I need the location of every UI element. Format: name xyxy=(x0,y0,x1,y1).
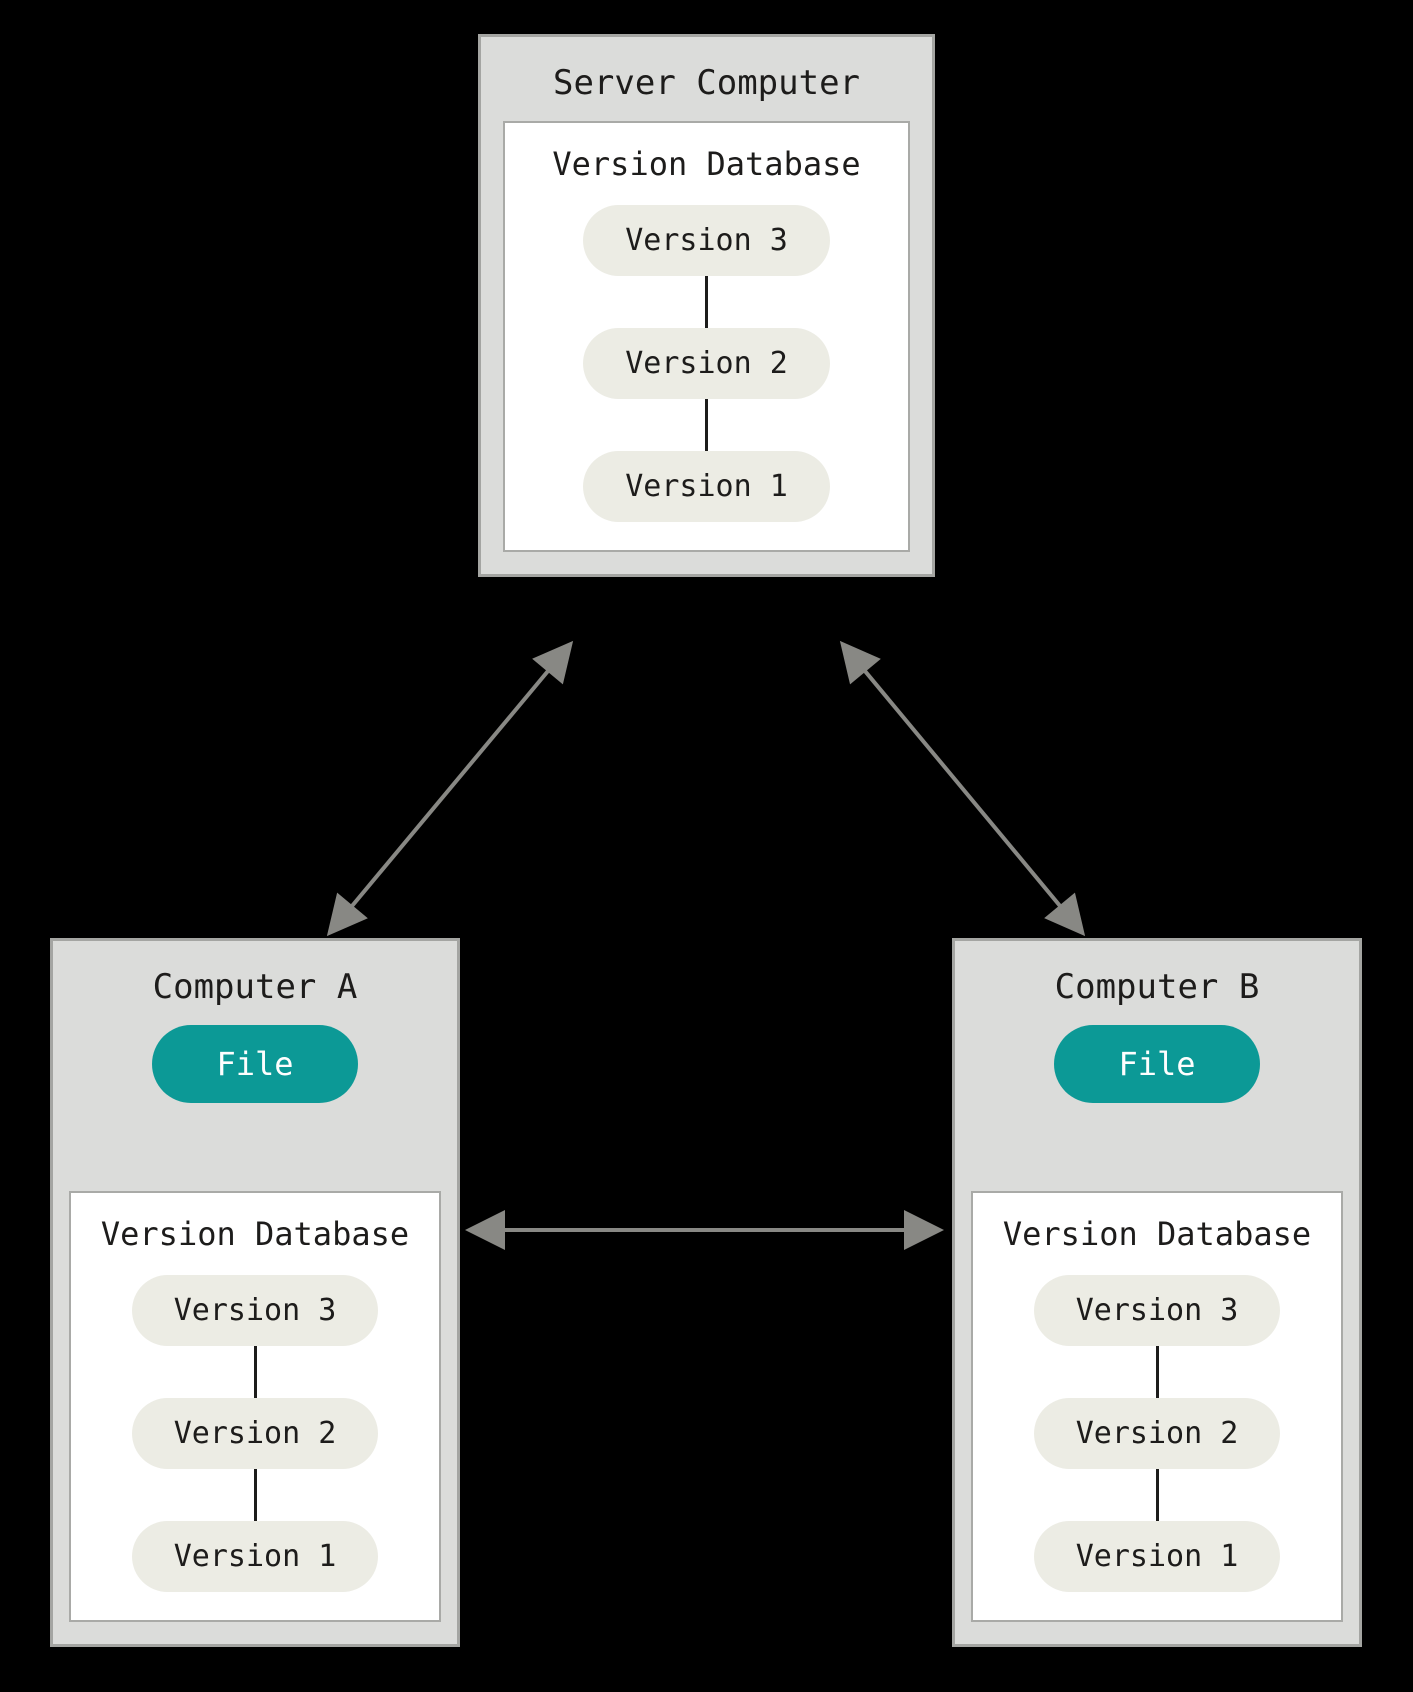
client-b-db-panel: Version Database Version 3 Version 2 Ver… xyxy=(971,1191,1343,1622)
version-connector xyxy=(705,399,708,451)
version-node: Version 2 xyxy=(1034,1398,1281,1469)
version-node: Version 2 xyxy=(583,328,830,399)
version-node: Version 3 xyxy=(1034,1275,1281,1346)
client-b-title: Computer B xyxy=(955,941,1359,1025)
edge-server-b xyxy=(845,647,1080,930)
file-pill-a: File xyxy=(152,1025,357,1103)
client-a-db-title: Version Database xyxy=(89,1215,421,1253)
client-b-box: Computer B File Version Database Version… xyxy=(952,938,1362,1647)
file-pill-b: File xyxy=(1054,1025,1259,1103)
version-connector xyxy=(1156,1346,1159,1398)
version-connector xyxy=(705,276,708,328)
edge-server-a xyxy=(332,647,568,930)
client-a-box: Computer A File Version Database Version… xyxy=(50,938,460,1647)
client-a-title: Computer A xyxy=(53,941,457,1025)
version-node: Version 1 xyxy=(132,1521,379,1592)
server-title: Server Computer xyxy=(481,37,932,121)
version-node: Version 1 xyxy=(583,451,830,522)
version-node: Version 3 xyxy=(132,1275,379,1346)
version-node: Version 1 xyxy=(1034,1521,1281,1592)
version-node: Version 2 xyxy=(132,1398,379,1469)
client-b-db-title: Version Database xyxy=(991,1215,1323,1253)
server-db-panel: Version Database Version 3 Version 2 Ver… xyxy=(503,121,910,552)
version-connector xyxy=(254,1346,257,1398)
version-connector xyxy=(254,1469,257,1521)
server-box: Server Computer Version Database Version… xyxy=(478,34,935,577)
client-a-db-panel: Version Database Version 3 Version 2 Ver… xyxy=(69,1191,441,1622)
server-db-title: Version Database xyxy=(523,145,890,183)
version-node: Version 3 xyxy=(583,205,830,276)
version-connector xyxy=(1156,1469,1159,1521)
